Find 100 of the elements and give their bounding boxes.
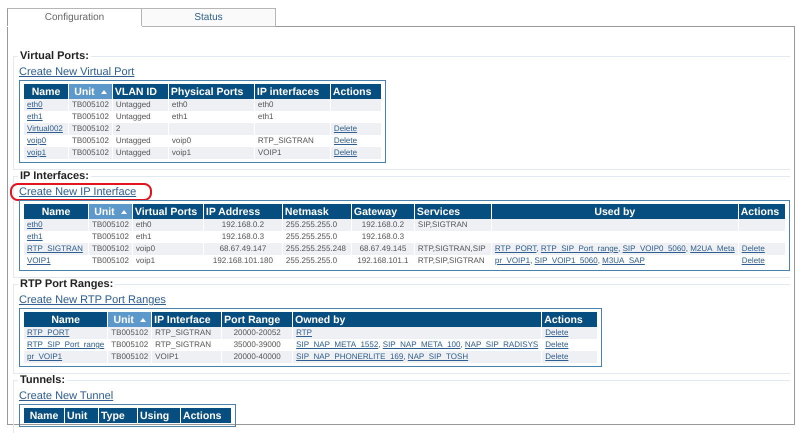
table-link[interactable]: pr_VOIP1 <box>27 352 62 361</box>
table-link[interactable]: voip0 <box>27 136 46 145</box>
table-cell: 192.168.0.3 <box>362 232 404 241</box>
table-cell: SIP,SIGTRAN <box>418 220 468 229</box>
table-link[interactable]: RTP_PORT <box>494 244 536 253</box>
column-header[interactable]: IP interfaces <box>254 84 330 99</box>
table-cell: voip1 <box>172 148 192 157</box>
column-header[interactable]: Name <box>24 408 64 423</box>
table-cell: TB005102 <box>72 148 109 157</box>
tab[interactable]: Configuration <box>7 8 142 26</box>
table-cell: eth0 <box>172 100 188 109</box>
table-cell: voip0 <box>172 136 192 145</box>
table-link[interactable]: RTP_SIGTRAN <box>27 244 83 253</box>
table-link[interactable]: eth1 <box>27 232 43 241</box>
comma-separator: , <box>598 256 600 265</box>
table-link[interactable]: voip1 <box>27 148 46 157</box>
column-header[interactable]: Actions <box>542 312 598 327</box>
sort-ascending-icon <box>120 210 127 214</box>
column-header[interactable]: Actions <box>181 408 231 423</box>
table-link[interactable]: NAP_SIP_RADISYS <box>464 340 538 349</box>
section-title: Tunnels: <box>19 374 66 386</box>
column-header[interactable]: Owned by <box>293 312 542 327</box>
table-link[interactable]: RTP_SIP_Port_range <box>540 244 618 253</box>
table-cell: eth1 <box>136 232 152 241</box>
table-link[interactable]: RTP_PORT <box>27 328 70 337</box>
table-cell: TB005102 <box>111 328 148 337</box>
create-link[interactable]: Create New RTP Port Ranges <box>12 293 180 307</box>
column-header[interactable]: Services <box>414 204 491 219</box>
table-link[interactable]: eth0 <box>27 220 43 229</box>
column-header[interactable]: Unit <box>65 408 98 423</box>
column-header[interactable]: IP Address <box>204 204 282 219</box>
table-link[interactable]: NAP_SIP_TOSH <box>408 352 468 361</box>
table-cell: TB005102 <box>72 136 109 145</box>
table-link[interactable]: RTP <box>296 328 312 337</box>
table-cell: 35000-39000 <box>234 340 281 349</box>
table-link[interactable]: Delete <box>334 124 358 133</box>
table-cell: 255.255.255.0 <box>286 256 338 265</box>
table-link[interactable]: SIP_NAP_PHONERLITE_169 <box>296 352 404 361</box>
table-link[interactable]: pr_VOIP1 <box>494 256 530 265</box>
table-cell: VOIP1 <box>155 352 179 361</box>
table-cell: 192.168.101.180 <box>212 256 273 265</box>
table-cell: VOIP1 <box>258 148 282 157</box>
table-link[interactable]: Delete <box>545 352 568 361</box>
table-cell: eth0 <box>258 100 274 109</box>
table-cell: 192.168.0.3 <box>222 232 264 241</box>
column-header[interactable]: Name <box>24 312 108 327</box>
table-cell: 68.67.49.147 <box>220 244 266 253</box>
section-title: Virtual Ports: <box>19 50 90 62</box>
table-cell: 255.255.255.0 <box>286 220 338 229</box>
column-header[interactable]: Actions <box>738 204 785 219</box>
table-cell: 192.168.0.2 <box>362 220 404 229</box>
table-link[interactable]: SIP_VOIP0_5060 <box>622 244 686 253</box>
sort-ascending-icon <box>100 90 107 94</box>
table-link[interactable]: RTP_SIP_Port_range <box>27 340 104 349</box>
table-cell: Untagged <box>116 112 151 121</box>
column-header[interactable]: Virtual Ports <box>132 204 203 219</box>
tab[interactable]: Status <box>142 8 276 27</box>
table-link[interactable]: VOIP1 <box>27 256 51 265</box>
comma-separator: , <box>536 244 539 253</box>
table-link[interactable]: Delete <box>742 256 765 265</box>
table-link[interactable]: Delete <box>334 148 358 157</box>
comma-separator: , <box>530 256 532 265</box>
column-header[interactable]: IP Interface <box>152 312 222 327</box>
column-header[interactable]: Gateway <box>352 204 414 219</box>
create-link[interactable]: Create New Tunnel <box>12 389 128 403</box>
table-cell: TB005102 <box>92 256 129 265</box>
table-cell: voip1 <box>136 256 156 265</box>
column-header[interactable]: Name <box>24 204 88 219</box>
column-header[interactable]: VLAN ID <box>112 84 168 99</box>
table-link[interactable]: Delete <box>334 136 358 145</box>
column-header[interactable]: Actions <box>330 84 381 99</box>
table-cell: TB005102 <box>92 232 129 241</box>
table-cell: RTP_SIGTRAN <box>155 328 212 337</box>
column-header[interactable]: Name <box>24 84 68 99</box>
table-cell: RTP,SIGTRAN,SIP <box>418 244 486 253</box>
column-header[interactable]: Using <box>138 408 180 423</box>
table-link[interactable]: eth0 <box>27 100 43 109</box>
table-cell: eth0 <box>136 220 152 229</box>
table-cell: TB005102 <box>72 100 109 109</box>
column-header[interactable]: Type <box>99 408 137 423</box>
table-link[interactable]: M3UA_SAP <box>602 256 645 265</box>
table-cell: eth1 <box>172 112 188 121</box>
table-cell: TB005102 <box>111 352 148 361</box>
column-header[interactable]: Netmask <box>282 204 351 219</box>
table-link[interactable]: SIP_VOIP1_5060 <box>534 256 598 265</box>
column-header[interactable]: Physical Ports <box>168 84 254 99</box>
table-link[interactable]: Delete <box>742 244 765 253</box>
table-link[interactable]: Delete <box>545 340 568 349</box>
table-link[interactable]: SIP_NAP_META_100 <box>382 340 460 349</box>
column-header[interactable]: Port Range <box>222 312 292 327</box>
table-link[interactable]: M2UA_Meta <box>690 244 735 253</box>
table-link[interactable]: SIP_NAP_META_1552 <box>296 340 378 349</box>
table-cell: Untagged <box>116 148 151 157</box>
create-link[interactable]: Create New IP Interface <box>12 185 150 199</box>
column-header[interactable]: Used by <box>492 204 738 219</box>
create-link[interactable]: Create New Virtual Port <box>12 65 148 79</box>
table-link[interactable]: eth1 <box>27 112 43 121</box>
table-cell: Untagged <box>116 136 151 145</box>
table-link[interactable]: Delete <box>545 328 568 337</box>
table-link[interactable]: Virtual002 <box>27 124 63 133</box>
